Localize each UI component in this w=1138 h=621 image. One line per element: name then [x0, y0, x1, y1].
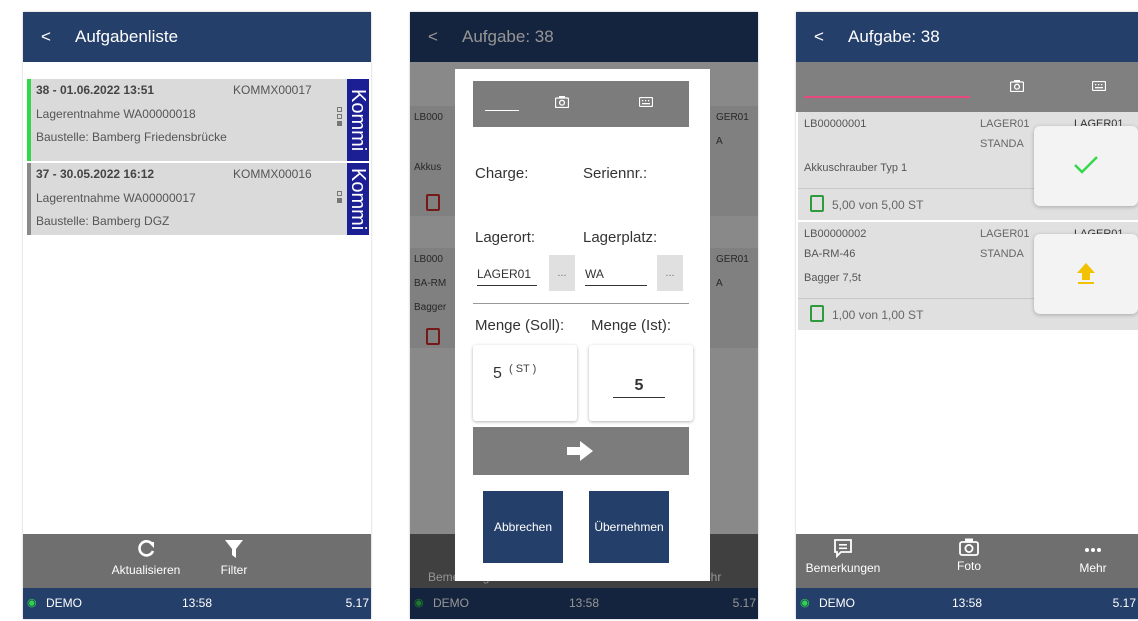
status-bar: ◉ DEMO 13:58 5.17	[796, 588, 1138, 619]
item-code: BA-RM-46	[804, 248, 856, 260]
lagerplatz-field[interactable]: WA	[585, 265, 647, 286]
task-type-tag: Kommi	[347, 79, 369, 161]
version: 5.17	[1112, 596, 1136, 610]
next-button[interactable]	[473, 427, 689, 475]
task-site: Baustelle: Bamberg DGZ	[36, 214, 170, 228]
divider	[473, 303, 689, 304]
lagerort-field[interactable]: LAGER01	[477, 265, 537, 286]
status-stripe	[27, 163, 31, 235]
active-tab-underline	[804, 96, 970, 98]
task-card-37[interactable]: 37 - 30.05.2022 16:12 KOMMX00016 Lageren…	[27, 163, 369, 235]
keyboard-icon[interactable]	[1092, 81, 1106, 91]
lagerplatz-label: Lagerplatz:	[583, 229, 658, 246]
task-type-tag: Kommi	[347, 163, 369, 235]
more-label: Mehr	[1079, 561, 1107, 575]
bottom-action-bar: Aktualisieren Filter	[23, 534, 371, 588]
item-source: LAGER01	[980, 228, 1030, 240]
task-card-38[interactable]: 38 - 01.06.2022 13:51 KOMMX00017 Lageren…	[27, 79, 369, 161]
lagerplatz-picker-button[interactable]: ...	[657, 255, 683, 291]
clock: 13:58	[181, 596, 213, 610]
more-icon	[1085, 548, 1101, 552]
task-description: Lagerentnahme WA00000017	[36, 191, 196, 205]
cancel-button[interactable]: Abbrechen	[483, 491, 563, 563]
page-title: Aufgabe: 38	[848, 27, 940, 46]
lagerort-picker-button[interactable]: ...	[549, 255, 575, 291]
task-description: Lagerentnahme WA00000018	[36, 107, 196, 121]
camera-icon	[959, 538, 979, 556]
clock: 13:58	[951, 596, 983, 610]
bottom-action-bar: Bemerkungen Foto Mehr	[796, 534, 1138, 588]
item-id: LB00000002	[804, 228, 867, 240]
back-button[interactable]: <	[814, 12, 824, 62]
filter-icon	[225, 540, 243, 558]
back-button[interactable]: <	[41, 12, 51, 62]
item-name: Akkuschrauber Typ 1	[804, 162, 908, 174]
progress-marks	[337, 191, 343, 205]
quantity-target-box: 5 ( ST )	[473, 345, 577, 421]
comment-icon	[834, 539, 852, 558]
page-title: Aufgabenliste	[75, 27, 179, 46]
accept-button[interactable]: Übernehmen	[589, 491, 669, 563]
task-code: KOMMX00016	[233, 167, 312, 181]
upload-icon	[1077, 263, 1095, 284]
filter-label: Filter	[220, 563, 248, 577]
item-source: LAGER01	[980, 118, 1030, 130]
input-tabs	[796, 62, 1138, 112]
clipboard-icon	[810, 305, 824, 322]
notes-label: Bemerkungen	[805, 561, 881, 575]
task-list-screen: < Aufgabenliste 38 - 01.06.2022 13:51 KO…	[23, 12, 371, 619]
refresh-label: Aktualisieren	[111, 563, 181, 577]
task-header: 38 - 01.06.2022 13:51	[36, 83, 155, 97]
quantity-target-value: 5	[493, 365, 502, 382]
arrow-right-icon	[567, 441, 593, 461]
filter-button[interactable]: Filter	[189, 538, 279, 577]
item-name: Bagger 7,5t	[804, 272, 861, 284]
camera-icon[interactable]	[1010, 80, 1024, 92]
input-tabs	[473, 81, 689, 127]
task-code: KOMMX00017	[233, 83, 312, 97]
quantity-unit: ( ST )	[509, 363, 537, 375]
keyboard-icon[interactable]	[639, 97, 653, 107]
status-bar: ◉ DEMO 13:58 5.17	[23, 588, 371, 619]
more-button[interactable]: Mehr	[1048, 538, 1138, 575]
app-bar: < Aufgabenliste	[23, 12, 371, 62]
task-detail-dialog-screen: < Aufgabe: 38 LB000 GER01 A Akkus LB000 …	[410, 12, 758, 619]
photo-label: Foto	[956, 559, 981, 573]
item-quantity: 1,00 von 1,00 ST	[832, 308, 924, 322]
task-header: 37 - 30.05.2022 16:12	[36, 167, 155, 181]
quantity-target-label: Menge (Soll):	[475, 317, 565, 334]
refresh-button[interactable]: Aktualisieren	[101, 538, 191, 577]
upload-button[interactable]	[1034, 234, 1138, 314]
task-detail-screen: < Aufgabe: 38 LB00000001 LAGER01 LAGER01…	[796, 12, 1138, 619]
quantity-actual-box: 5	[589, 345, 693, 421]
item-place: STANDA	[980, 138, 1024, 150]
item-place: STANDA	[980, 248, 1024, 260]
camera-icon[interactable]	[555, 96, 569, 108]
notes-button[interactable]: Bemerkungen	[798, 538, 888, 575]
item-quantity: 5,00 von 5,00 ST	[832, 198, 924, 212]
serial-label: Seriennr.:	[583, 165, 648, 182]
app-bar: < Aufgabe: 38	[796, 12, 1138, 62]
confirm-button[interactable]	[1034, 126, 1138, 206]
quantity-actual-input[interactable]: 5	[613, 377, 665, 398]
charge-label: Charge:	[475, 165, 529, 182]
quantity-dialog: Charge: Seriennr.: Lagerort: Lagerplatz:…	[455, 69, 710, 581]
item-id: LB00000001	[804, 118, 867, 130]
status-stripe	[27, 79, 31, 161]
clipboard-icon	[810, 195, 824, 212]
photo-button[interactable]: Foto	[924, 538, 1014, 573]
refresh-icon	[138, 540, 155, 557]
task-site: Baustelle: Bamberg Friedensbrücke	[36, 130, 227, 144]
active-tab-underline	[485, 110, 519, 111]
lagerort-label: Lagerort:	[475, 229, 536, 246]
checkmark-icon	[1074, 156, 1098, 174]
version: 5.17	[345, 596, 369, 610]
quantity-actual-label: Menge (Ist):	[591, 317, 672, 334]
progress-marks	[337, 107, 343, 128]
